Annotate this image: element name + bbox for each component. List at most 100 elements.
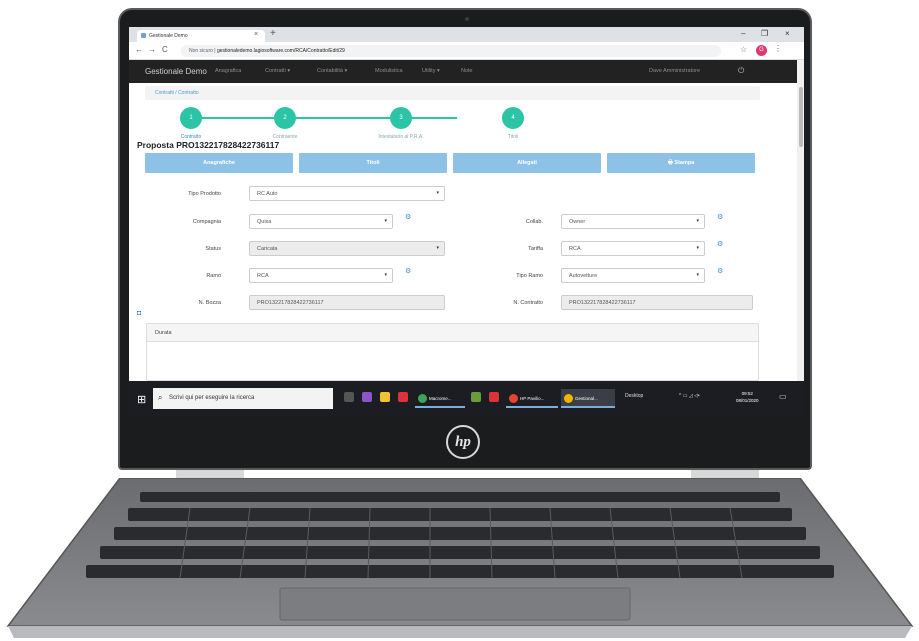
app-brand[interactable]: Gestionale Demo (145, 67, 207, 76)
chevron-down-icon: ▾ (696, 272, 699, 278)
wizard-step-4-label: Titoli (507, 134, 519, 140)
tipo-ramo-select[interactable]: Autovetture ▾ (561, 268, 705, 283)
nav-item-utility[interactable]: Utility ▾ (422, 68, 440, 74)
chevron-down-icon: ▾ (384, 272, 387, 278)
note-icon[interactable]: ◘ (137, 310, 141, 317)
tariffa-gear-icon[interactable]: ⚙ (717, 240, 723, 248)
file-explorer-icon[interactable] (380, 392, 390, 402)
browser-menu-icon[interactable]: ⋮ (774, 44, 782, 53)
wizard-step-4[interactable]: 4 (502, 107, 524, 129)
clock-date: 08/01/2020 (736, 398, 759, 403)
compagnia-gear-icon[interactable]: ⚙ (405, 213, 411, 221)
forward-icon[interactable]: → (148, 45, 156, 54)
browser-tab[interactable]: Gestionale Demo × (137, 30, 265, 42)
taskbar-app-gestionale[interactable]: Gestional... (561, 389, 615, 408)
chevron-down-icon: ▾ (384, 218, 387, 224)
keyboard-illustration (6, 478, 914, 638)
taskbar-app-macromedia[interactable]: Macrome... (415, 389, 465, 408)
windows-start-icon[interactable]: ⊞ (137, 393, 146, 406)
durata-panel: Durata (146, 323, 759, 381)
tipo-ramo-gear-icon[interactable]: ⚙ (717, 267, 723, 275)
search-icon: ⌕ (158, 393, 163, 402)
tipo-ramo-label: Tipo Ramo (516, 273, 543, 279)
nav-item-contratti[interactable]: Contratti ▾ (265, 68, 290, 74)
allegati-button[interactable]: Allegati (453, 153, 601, 173)
nav-item-modulistica[interactable]: Modulistica (375, 68, 403, 74)
page-scrollbar-thumb[interactable] (799, 87, 803, 147)
wizard-progress-line (191, 117, 457, 119)
compagnia-label: Compagnia (192, 219, 221, 225)
page-title: Proposta PRO132217828422736117 (137, 140, 280, 150)
notification-icon[interactable]: ▭ (779, 392, 787, 401)
browser-tab-bar: Gestionale Demo × + – ❐ × (129, 27, 804, 42)
reload-icon[interactable]: C (162, 45, 168, 54)
wizard-step-1[interactable]: 1 (180, 107, 202, 129)
photo-stage: Gestionale Demo × + – ❐ × ← → C Non sicu… (0, 0, 919, 641)
tariffa-select[interactable]: RCA ▾ (561, 241, 705, 256)
ramo-label: Ramo (206, 273, 221, 279)
n-contratto-label: N. Contratto (513, 300, 543, 306)
url-input[interactable]: Non sicuro | gestionaledemo.lagiosoftwar… (181, 45, 721, 57)
wizard-step-2[interactable]: 2 (274, 107, 296, 129)
titoli-button[interactable]: Titoli (299, 153, 447, 173)
tipo-prodotto-select[interactable]: RC Auto ▾ (249, 186, 445, 201)
favicon-icon (141, 33, 146, 38)
filezilla-icon[interactable] (398, 392, 408, 402)
clock-time: 09:52 (741, 391, 753, 396)
taskbar-clock[interactable]: 09:52 08/01/2020 (736, 390, 759, 404)
system-tray-icons[interactable]: ^ ▭ ◿ ◁• (679, 393, 700, 399)
collab-label: Collab. (525, 219, 543, 225)
taskbar-app-hp[interactable]: HP Pavilio... (506, 389, 558, 408)
tariffa-value: RCA (569, 246, 581, 252)
ramo-gear-icon[interactable]: ⚙ (405, 267, 411, 275)
browser-address-bar: ← → C Non sicuro | gestionaledemo.lagios… (129, 42, 804, 60)
logout-icon[interactable]: ⏻ (738, 66, 744, 76)
tipo-prodotto-label: Tipo Prodotto (188, 191, 221, 197)
n-contratto-field[interactable]: PRO132217828422736117 (561, 295, 753, 310)
collab-gear-icon[interactable]: ⚙ (717, 213, 723, 221)
tariffa-label: Tariffa (528, 246, 543, 252)
app-icon[interactable] (489, 392, 499, 402)
stampa-button[interactable]: 🖶 Stampa (607, 153, 755, 173)
ramo-value: RCA (257, 273, 269, 279)
taskbar-app-label: Macrome... (429, 396, 452, 401)
status-select[interactable]: Caricata ▾ (249, 241, 445, 256)
new-tab-icon[interactable]: + (270, 28, 276, 39)
nav-item-anagrafica[interactable]: Anagrafica (215, 68, 241, 74)
chevron-down-icon: ▾ (696, 218, 699, 224)
breadcrumb[interactable]: Contratti / Contratto (145, 86, 760, 100)
taskbar-search-input[interactable]: Scrivi qui per eseguire la ricerca (153, 388, 333, 409)
durata-panel-title: Durata (147, 324, 758, 342)
minimize-icon[interactable]: – (741, 29, 745, 38)
webcam (465, 17, 469, 21)
task-view-icon[interactable] (344, 392, 354, 402)
bookmark-star-icon[interactable]: ☆ (740, 45, 747, 54)
status-label: Status (205, 246, 221, 252)
back-icon[interactable]: ← (135, 45, 143, 54)
tipo-prodotto-value: RC Auto (257, 191, 278, 197)
laptop-screen: Gestionale Demo × + – ❐ × ← → C Non sicu… (129, 27, 804, 416)
visual-studio-icon[interactable] (362, 392, 372, 402)
close-window-icon[interactable]: × (785, 29, 790, 38)
status-value: Caricata (257, 246, 278, 252)
tab-close-icon[interactable]: × (254, 31, 258, 38)
desktop-toolbar[interactable]: Desktop (625, 393, 643, 399)
anagrafiche-button[interactable]: Anagrafiche (145, 153, 293, 173)
compagnia-select[interactable]: Quixa ▾ (249, 214, 393, 229)
user-menu[interactable]: Dave Amministratore (649, 68, 700, 74)
profile-avatar[interactable]: G (756, 45, 767, 56)
collab-value: Owner (569, 219, 586, 225)
wizard-step-3[interactable]: 3 (390, 107, 412, 129)
laptop-keyboard-deck (0, 478, 919, 641)
wizard-step-3-label: Intestatario al P.R.A. (378, 134, 424, 140)
nav-item-contabilita[interactable]: Contabilità ▾ (317, 68, 347, 74)
taskbar-app-label: HP Pavilio... (520, 396, 545, 401)
security-indicator[interactable]: Non sicuro | (189, 48, 217, 54)
n-bozza-field[interactable]: PRO132217828422736117 (249, 295, 445, 310)
collab-select[interactable]: Owner ▾ (561, 214, 705, 229)
maximize-icon[interactable]: ❐ (761, 29, 768, 38)
windows-taskbar: ⊞ Scrivi qui per eseguire la ricerca ⌕ M… (129, 381, 804, 416)
nav-item-note[interactable]: Note (461, 68, 473, 74)
paint-icon[interactable] (471, 392, 481, 402)
ramo-select[interactable]: RCA ▾ (249, 268, 393, 283)
